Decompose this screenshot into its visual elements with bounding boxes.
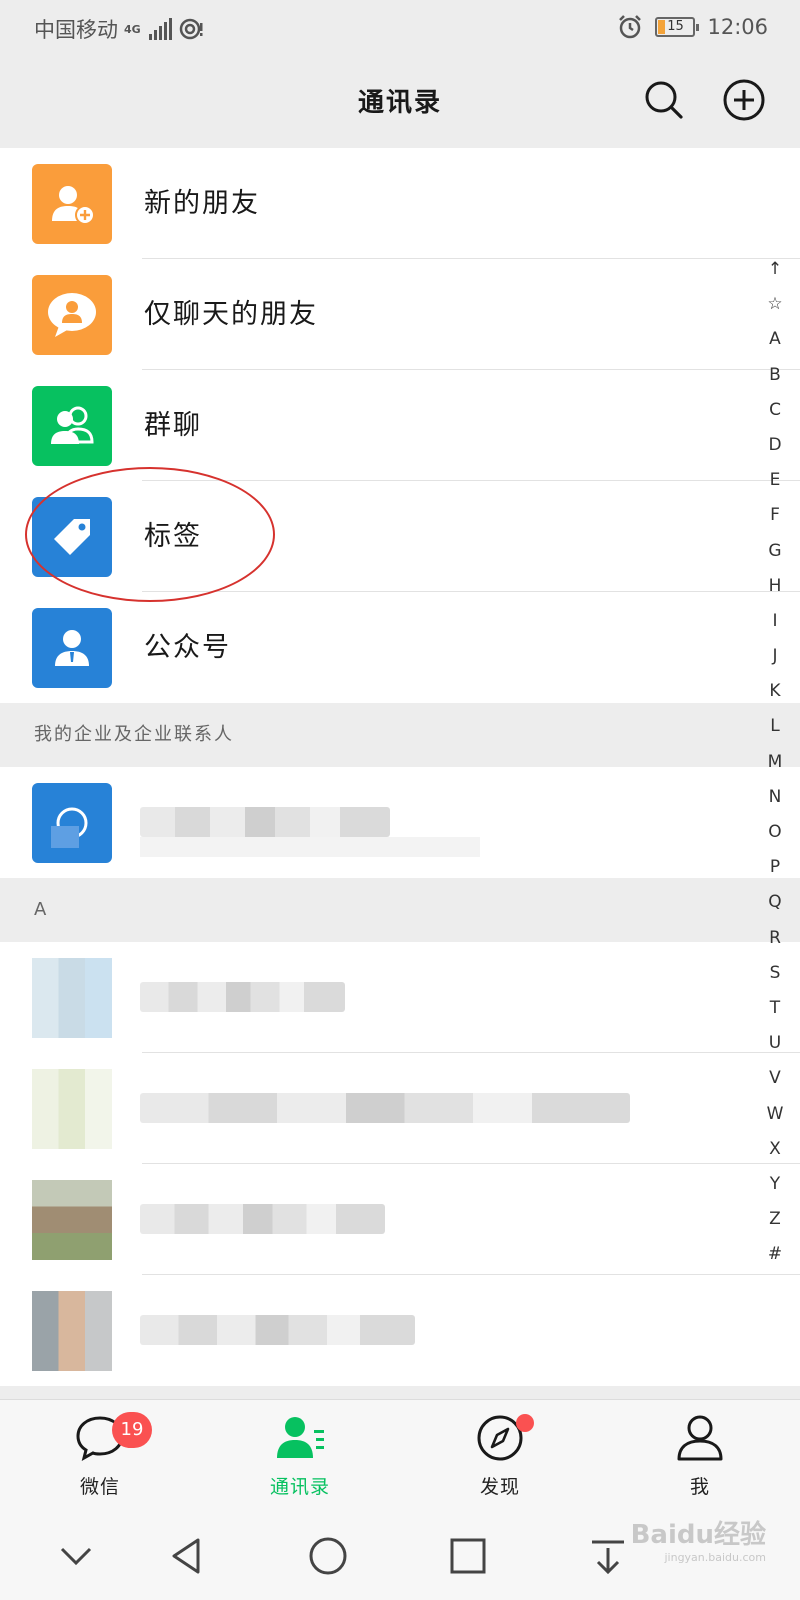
- notification-pull-icon[interactable]: [584, 1532, 632, 1580]
- index-letter[interactable]: C: [750, 393, 800, 428]
- watermark-url: jingyan.baidu.com: [664, 1551, 766, 1564]
- chat-only-friend-icon: [32, 275, 112, 355]
- section-header-a: A: [0, 878, 800, 942]
- watermark: Baidu经验 jingyan.baidu.com: [631, 1514, 766, 1564]
- index-letter[interactable]: T: [750, 991, 800, 1026]
- chevron-down-icon[interactable]: [52, 1532, 100, 1580]
- new-friends-label: 新的朋友: [144, 188, 260, 219]
- search-icon: [645, 81, 683, 119]
- chat-only-friends-item[interactable]: 仅聊天的朋友: [0, 259, 800, 370]
- blurred-name: [140, 807, 390, 837]
- contact-row[interactable]: [0, 1164, 800, 1275]
- battery-level: 15: [667, 19, 684, 34]
- index-letter[interactable]: ☆: [750, 287, 800, 322]
- avatar: [32, 1291, 112, 1371]
- blurred-name: [140, 1315, 415, 1345]
- index-letter[interactable]: Q: [750, 885, 800, 920]
- annotation-ellipse: [25, 467, 275, 602]
- blurred-name: [140, 1204, 385, 1234]
- tab-contacts-label: 通讯录: [269, 1476, 330, 1498]
- group-chats-label: 群聊: [144, 410, 202, 441]
- blurred-name: [140, 1093, 630, 1123]
- new-friends-item[interactable]: 新的朋友: [0, 148, 800, 259]
- official-accounts-label: 公众号: [144, 632, 231, 663]
- tab-me[interactable]: 我: [600, 1400, 800, 1511]
- avatar: [32, 1069, 112, 1149]
- index-letter[interactable]: I: [750, 604, 800, 639]
- index-letter[interactable]: L: [750, 709, 800, 744]
- tab-chats-label: 微信: [79, 1476, 120, 1498]
- index-letter[interactable]: G: [750, 534, 800, 569]
- tab-chats[interactable]: 19 微信: [0, 1400, 200, 1511]
- index-letter[interactable]: V: [750, 1061, 800, 1096]
- index-letter[interactable]: X: [750, 1132, 800, 1167]
- index-letter[interactable]: Y: [750, 1167, 800, 1202]
- battery-icon: 15: [655, 17, 700, 37]
- index-letter[interactable]: F: [750, 498, 800, 533]
- index-letter[interactable]: K: [750, 674, 800, 709]
- tab-me-label: 我: [689, 1476, 710, 1498]
- new-friend-icon: [32, 164, 112, 244]
- official-account-icon: [32, 608, 112, 688]
- recents-icon[interactable]: [444, 1532, 492, 1580]
- unread-badge: 19: [112, 1412, 152, 1448]
- index-letter[interactable]: H: [750, 569, 800, 604]
- blurred-name: [140, 982, 345, 1012]
- group-chats-item[interactable]: 群聊: [0, 370, 800, 481]
- contacts-icon: [277, 1417, 324, 1458]
- alphabet-index[interactable]: ↑ ☆ A B C D E F G H I J K L M N O P Q R …: [750, 252, 800, 1272]
- add-button[interactable]: [722, 78, 766, 122]
- index-letter[interactable]: S: [750, 956, 800, 991]
- official-accounts-item[interactable]: 公众号: [0, 592, 800, 703]
- index-letter[interactable]: #: [750, 1237, 800, 1272]
- tab-contacts[interactable]: 通讯录: [200, 1400, 400, 1511]
- tab-discover[interactable]: 发现: [400, 1400, 600, 1511]
- avatar: [32, 958, 112, 1038]
- status-bar: 中国移动 4G 15 12:06: [0, 0, 800, 56]
- contact-row[interactable]: [0, 1053, 800, 1164]
- index-letter[interactable]: D: [750, 428, 800, 463]
- tab-discover-label: 发现: [479, 1476, 520, 1498]
- carrier-name: 中国移动: [34, 18, 118, 42]
- contact-row[interactable]: [0, 942, 800, 1053]
- index-letter[interactable]: A: [750, 322, 800, 357]
- signal-icon: [148, 18, 172, 40]
- status-left: 中国移动 4G: [34, 14, 204, 44]
- person-icon: [677, 1415, 723, 1461]
- bottom-tab-bar: 19 微信 通讯录 发现 我: [0, 1399, 800, 1510]
- back-icon[interactable]: [164, 1532, 212, 1580]
- search-button[interactable]: [642, 78, 686, 122]
- home-icon[interactable]: [304, 1532, 352, 1580]
- index-letter[interactable]: E: [750, 463, 800, 498]
- network-type: 4G: [124, 22, 141, 36]
- watermark-text: Baidu经验: [630, 1520, 766, 1550]
- index-letter[interactable]: W: [750, 1097, 800, 1132]
- notification-dot: [516, 1414, 534, 1432]
- index-letter[interactable]: R: [750, 921, 800, 956]
- index-letter[interactable]: J: [750, 639, 800, 674]
- index-letter[interactable]: Z: [750, 1202, 800, 1237]
- section-header-enterprise: 我的企业及企业联系人: [0, 703, 800, 767]
- index-letter[interactable]: U: [750, 1026, 800, 1061]
- avatar: [32, 1180, 112, 1260]
- group-chat-icon: [32, 386, 112, 466]
- index-letter[interactable]: P: [750, 850, 800, 885]
- index-letter[interactable]: M: [750, 745, 800, 780]
- index-letter[interactable]: ↑: [750, 252, 800, 287]
- status-right: 15 12:06: [617, 14, 768, 40]
- enterprise-contact-item[interactable]: [0, 767, 800, 878]
- clock: 12:06: [707, 15, 768, 39]
- blurred-detail: [140, 837, 480, 857]
- hotspot-icon: [179, 18, 203, 40]
- index-letter[interactable]: O: [750, 815, 800, 850]
- app-header: 通讯录: [0, 56, 800, 148]
- index-letter[interactable]: N: [750, 780, 800, 815]
- contact-row[interactable]: [0, 1275, 800, 1386]
- enterprise-icon: [32, 783, 112, 863]
- plus-circle-icon: [723, 79, 765, 121]
- chat-only-friends-label: 仅聊天的朋友: [144, 299, 318, 330]
- alarm-icon: [619, 15, 642, 39]
- contact-list: 新的朋友 仅聊天的朋友 群聊 标签 公众号 我的企业及企业联系人 A: [0, 148, 800, 1386]
- index-letter[interactable]: B: [750, 358, 800, 393]
